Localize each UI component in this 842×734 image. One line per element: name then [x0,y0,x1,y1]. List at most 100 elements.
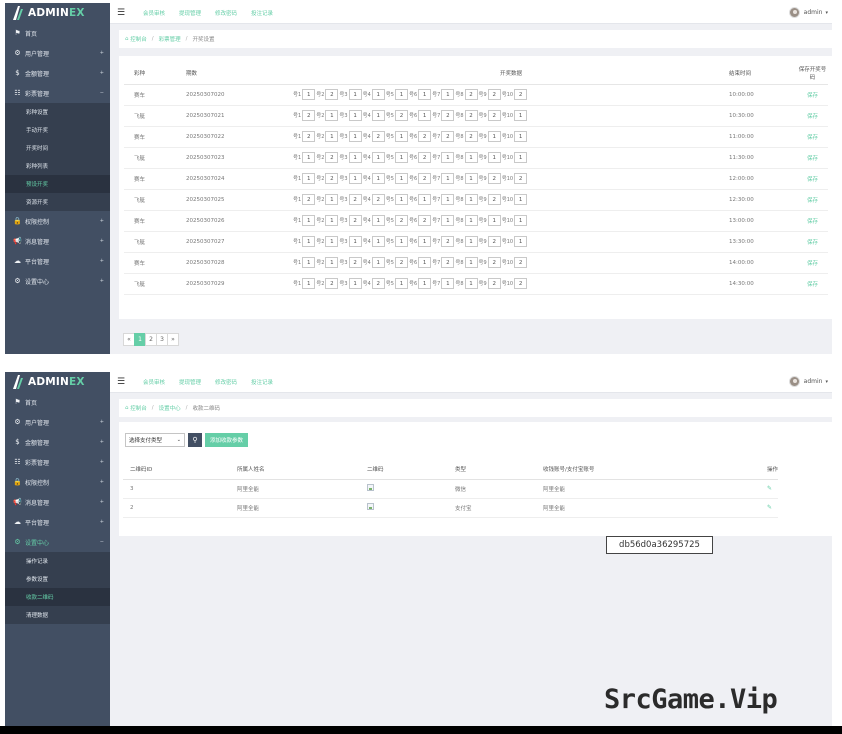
sidebar-item-2[interactable]: $ 金额管理 + [5,63,110,83]
number-input[interactable]: 1 [514,152,528,163]
number-input[interactable]: 2 [487,257,501,268]
save-button[interactable]: 保存 [807,93,818,99]
number-input[interactable]: 1 [302,173,316,184]
number-input[interactable]: 1 [464,215,478,226]
number-input[interactable]: 2 [418,215,432,226]
breadcrumb-home[interactable]: 控制台 [130,35,147,43]
number-input[interactable]: 1 [325,257,339,268]
breadcrumb-home[interactable]: 控制台 [130,404,147,412]
save-button[interactable]: 保存 [807,156,818,162]
number-input[interactable]: 1 [325,194,339,205]
number-input[interactable]: 2 [418,152,432,163]
number-input[interactable]: 1 [394,89,408,100]
top-link-bet-records[interactable]: 投注记录 [251,378,273,386]
number-input[interactable]: 1 [514,110,528,121]
number-input[interactable]: 1 [394,173,408,184]
hamburger-icon[interactable]: ☰ [117,377,127,387]
home-icon[interactable]: ⌂ [125,405,129,411]
submenu-item-0[interactable]: 操作记录 [5,552,110,570]
number-input[interactable]: 2 [325,89,339,100]
number-input[interactable]: 1 [371,215,385,226]
number-input[interactable]: 1 [394,131,408,142]
number-input[interactable]: 1 [514,131,528,142]
number-input[interactable]: 2 [464,131,478,142]
number-input[interactable]: 2 [348,194,362,205]
number-input[interactable]: 2 [371,194,385,205]
sidebar-item-7[interactable]: ⚙ 设置中心 − [5,532,110,552]
number-input[interactable]: 2 [487,110,501,121]
submenu-item-3[interactable]: 清理数据 [5,606,110,624]
number-input[interactable]: 1 [418,257,432,268]
sidebar-item-4[interactable]: 🔒 权限控制 + [5,211,110,231]
logo[interactable]: ADMIN EX [5,372,110,392]
number-input[interactable]: 2 [487,89,501,100]
submenu-item-3[interactable]: 彩种列表 [5,157,110,175]
number-input[interactable]: 2 [441,257,455,268]
number-input[interactable]: 2 [441,236,455,247]
number-input[interactable]: 2 [325,278,339,289]
number-input[interactable]: 1 [325,131,339,142]
number-input[interactable]: 1 [371,89,385,100]
number-input[interactable]: 2 [325,152,339,163]
number-input[interactable]: 1 [302,278,316,289]
number-input[interactable]: 1 [487,152,501,163]
number-input[interactable]: 1 [418,110,432,121]
number-input[interactable]: 1 [464,194,478,205]
save-button[interactable]: 保存 [807,261,818,267]
user-menu[interactable]: admin ▾ [788,376,828,387]
number-input[interactable]: 1 [487,215,501,226]
top-link-bet-records[interactable]: 投注记录 [251,9,273,17]
save-button[interactable]: 保存 [807,240,818,246]
sidebar-item-6[interactable]: ☁ 平台管理 + [5,251,110,271]
sidebar-item-3[interactable]: ☷ 彩票管理 + [5,452,110,472]
number-input[interactable]: 1 [394,152,408,163]
top-link-change-password[interactable]: 修改密码 [215,9,237,17]
add-payment-param-button[interactable]: 添加收款参数 [205,433,249,447]
number-input[interactable]: 1 [418,89,432,100]
sidebar-item-3[interactable]: ☷ 彩票管理 − [5,83,110,103]
submenu-item-4[interactable]: 预设开奖 [5,175,110,193]
top-link-change-password[interactable]: 修改密码 [215,378,237,386]
number-input[interactable]: 1 [302,257,316,268]
number-input[interactable]: 2 [487,173,501,184]
sidebar-item-0[interactable]: ⚑ 首页 [5,392,110,412]
sidebar-item-6[interactable]: ☁ 平台管理 + [5,512,110,532]
number-input[interactable]: 1 [394,236,408,247]
number-input[interactable]: 2 [394,215,408,226]
edit-icon[interactable]: ✎ [767,485,772,492]
number-input[interactable]: 2 [487,194,501,205]
number-input[interactable]: 2 [487,236,501,247]
number-input[interactable]: 1 [348,278,362,289]
number-input[interactable]: 2 [514,173,528,184]
number-input[interactable]: 1 [394,278,408,289]
sidebar-item-0[interactable]: ⚑ 首页 [5,23,110,43]
top-link-withdraw[interactable]: 提现管理 [179,378,201,386]
number-input[interactable]: 1 [348,110,362,121]
number-input[interactable]: 2 [371,278,385,289]
number-input[interactable]: 1 [348,236,362,247]
number-input[interactable]: 1 [371,110,385,121]
save-button[interactable]: 保存 [807,219,818,225]
number-input[interactable]: 1 [371,173,385,184]
number-input[interactable]: 1 [348,152,362,163]
number-input[interactable]: 1 [371,152,385,163]
payment-type-select[interactable]: 选择支付类型 ⌄ [125,433,185,447]
submenu-item-1[interactable]: 手动开奖 [5,121,110,139]
top-link-member-review[interactable]: 会员审核 [143,378,165,386]
submenu-item-1[interactable]: 参数设置 [5,570,110,588]
number-input[interactable]: 2 [464,110,478,121]
sidebar-item-7[interactable]: ⚙ 设置中心 + [5,271,110,291]
number-input[interactable]: 1 [464,152,478,163]
number-input[interactable]: 2 [325,173,339,184]
number-input[interactable]: 1 [325,236,339,247]
top-link-withdraw[interactable]: 提现管理 [179,9,201,17]
sidebar-item-1[interactable]: ⚙ 用户管理 + [5,43,110,63]
number-input[interactable]: 2 [418,131,432,142]
number-input[interactable]: 2 [302,110,316,121]
number-input[interactable]: 2 [348,215,362,226]
number-input[interactable]: 2 [514,257,528,268]
number-input[interactable]: 1 [302,89,316,100]
submenu-item-0[interactable]: 彩种设置 [5,103,110,121]
breadcrumb-section[interactable]: 设置中心 [159,404,181,412]
number-input[interactable]: 2 [514,89,528,100]
